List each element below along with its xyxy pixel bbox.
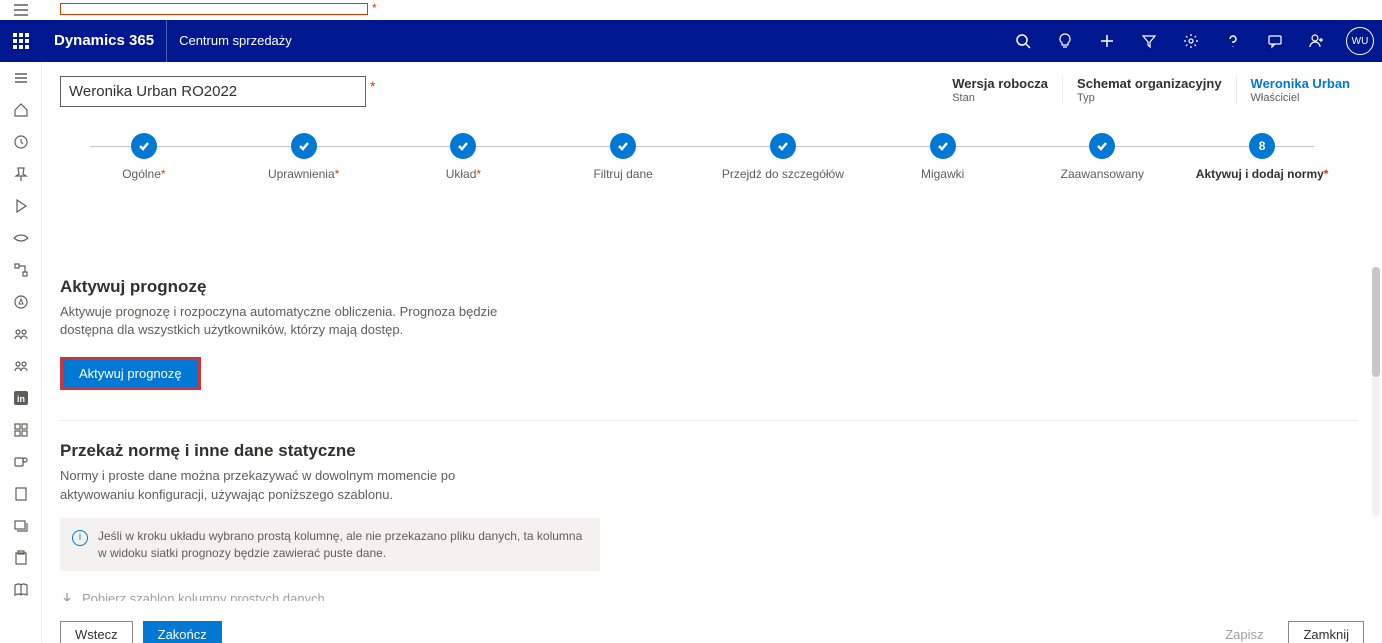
quota-heading: Przekaż normę i inne dane statyczne: [60, 441, 1358, 461]
left-nav-rail: in: [0, 62, 42, 643]
nav-compass[interactable]: [0, 286, 42, 318]
wizard-footer: Wstecz Zakończ Zapisz Zamknij: [42, 619, 1382, 643]
nav-home[interactable]: [0, 94, 42, 126]
step-filter[interactable]: Filtruj dane: [543, 133, 703, 181]
meta-status: Wersja robocza Stan: [938, 76, 1062, 104]
info-icon: i: [72, 530, 88, 546]
nav-team[interactable]: [0, 318, 42, 350]
meta-type: Schemat organizacyjny Typ: [1062, 76, 1236, 104]
nav-play[interactable]: [0, 190, 42, 222]
app-name[interactable]: Centrum sprzedaży: [167, 20, 304, 62]
nav-teams-app[interactable]: [0, 446, 42, 478]
person-add-button[interactable]: [1296, 20, 1338, 62]
step-general[interactable]: Ogólne*: [64, 133, 224, 181]
app-launcher-button[interactable]: [0, 20, 42, 62]
step-drill[interactable]: Przejdź do szczegółów: [703, 133, 863, 181]
nav-clipboard[interactable]: [0, 542, 42, 574]
nav-dashboard[interactable]: [0, 414, 42, 446]
meta-owner[interactable]: Weronika Urban Właściciel: [1236, 76, 1364, 104]
required-asterisk: *: [372, 1, 377, 15]
info-text: Jeśli w kroku układu wybrano prostą kolu…: [98, 528, 588, 562]
scrollbar-thumb[interactable]: [1372, 267, 1380, 377]
nav-menu-toggle[interactable]: [0, 62, 42, 94]
wizard-stepper: Ogólne* Uprawnienia* Układ* Filtruj dane…: [42, 115, 1382, 191]
record-header: * Wersja robocza Stan Schemat organizacy…: [42, 62, 1382, 115]
quota-desc: Normy i proste dane można przekazywać w …: [60, 467, 530, 503]
info-callout: i Jeśli w kroku układu wybrano prostą ko…: [60, 518, 600, 572]
nav-linkedin[interactable]: in: [0, 382, 42, 414]
svg-text:in: in: [17, 394, 25, 404]
step-permissions[interactable]: Uprawnienia*: [224, 133, 384, 181]
record-title-input[interactable]: [60, 76, 366, 107]
back-button[interactable]: Wstecz: [60, 621, 133, 643]
window-top-strip: *: [0, 0, 1382, 20]
nav-flow[interactable]: [0, 254, 42, 286]
chat-button[interactable]: [1254, 20, 1296, 62]
nav-stack[interactable]: [0, 510, 42, 542]
nav-doc[interactable]: [0, 478, 42, 510]
activate-desc: Aktywuje prognozę i rozpoczyna automatyc…: [60, 303, 530, 339]
help-button[interactable]: [1212, 20, 1254, 62]
user-avatar[interactable]: WU: [1346, 27, 1374, 55]
filter-button[interactable]: [1128, 20, 1170, 62]
hamburger-icon: [14, 4, 28, 16]
truncated-input: [60, 3, 368, 15]
nav-recent[interactable]: [0, 126, 42, 158]
download-template-link[interactable]: Pobierz szablon kolumny prostych danych: [60, 591, 1358, 601]
close-button[interactable]: Zamknij: [1288, 621, 1364, 643]
save-button: Zapisz: [1210, 621, 1278, 643]
download-icon: [60, 592, 74, 601]
nav-book[interactable]: [0, 574, 42, 606]
settings-button[interactable]: [1170, 20, 1212, 62]
activate-forecast-button[interactable]: Aktywuj prognozę: [60, 357, 201, 390]
step-advanced[interactable]: Zaawansowany: [1023, 133, 1183, 181]
global-navbar: Dynamics 365 Centrum sprzedaży WU: [0, 20, 1382, 62]
add-button[interactable]: [1086, 20, 1128, 62]
step-layout[interactable]: Układ*: [384, 133, 544, 181]
step-snapshots[interactable]: Migawki: [863, 133, 1023, 181]
vertical-scrollbar[interactable]: [1372, 267, 1380, 517]
nav-pinned[interactable]: [0, 158, 42, 190]
activate-heading: Aktywuj prognozę: [60, 277, 1358, 297]
required-asterisk: *: [370, 78, 375, 94]
finish-button[interactable]: Zakończ: [143, 621, 222, 643]
nav-team2[interactable]: [0, 350, 42, 382]
search-button[interactable]: [1002, 20, 1044, 62]
nav-eye[interactable]: [0, 222, 42, 254]
wizard-content: Aktywuj prognozę Aktywuje prognozę i roz…: [42, 267, 1382, 601]
product-brand[interactable]: Dynamics 365: [42, 20, 167, 62]
divider: [60, 420, 1358, 421]
step-activate[interactable]: 8 Aktywuj i dodaj normy*: [1182, 133, 1342, 181]
main-content: * Wersja robocza Stan Schemat organizacy…: [42, 62, 1382, 643]
lightbulb-button[interactable]: [1044, 20, 1086, 62]
